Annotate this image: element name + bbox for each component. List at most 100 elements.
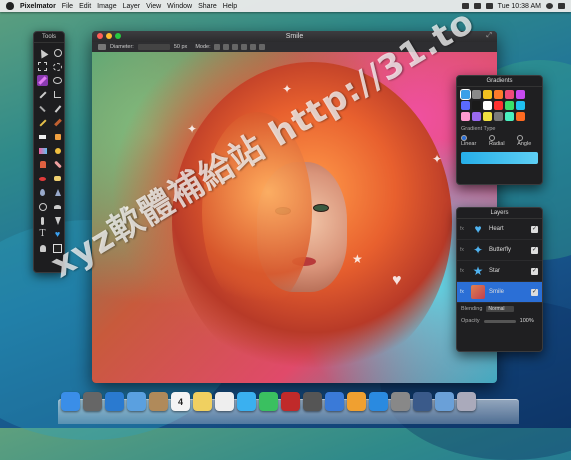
pen-tool-icon[interactable] [52,215,63,226]
brush-tool-icon[interactable] [52,117,63,128]
sponge-tool-icon[interactable] [52,173,63,184]
gradient-swatch[interactable] [505,90,514,99]
mode-icon-3[interactable] [231,44,238,50]
gradient-swatch[interactable] [505,112,514,121]
brush-preset-icon[interactable] [98,44,106,50]
paint-bucket-tool-icon[interactable] [52,131,63,142]
finder-icon[interactable] [61,392,80,411]
layer-visibility-checkbox[interactable]: ✓ [531,288,538,296]
layer-row-star[interactable]: fx ★ Star ✓ [457,261,542,282]
fullscreen-icon[interactable]: ⤢ [486,32,492,40]
menu-help[interactable]: Help [223,3,237,10]
messages-icon[interactable] [237,392,256,411]
opacity-value[interactable]: 100% [520,318,534,324]
app-store-icon[interactable] [369,392,388,411]
gradient-swatch[interactable] [494,90,503,99]
gradient-preview-bar[interactable] [461,152,538,165]
gradient-swatch[interactable] [472,112,481,121]
notes-icon[interactable] [193,392,212,411]
calendar-icon[interactable]: 4 [171,392,190,411]
ellipse-select-tool-icon[interactable] [52,61,63,72]
photo-booth-icon[interactable] [281,392,300,411]
gradient-type-angle[interactable]: Angle [517,135,538,147]
fx-icon[interactable]: fx [457,289,467,295]
diameter-value[interactable]: 50 px [174,44,187,50]
lasso-tool-icon[interactable] [52,75,63,86]
mode-icon-1[interactable] [213,44,220,50]
rect-select-tool-icon[interactable] [37,61,48,72]
mode-icon-6[interactable] [258,44,265,50]
eraser-tool-icon[interactable] [37,131,48,142]
gradient-type-radial[interactable]: Radial [488,135,511,147]
gradient-swatch[interactable] [516,101,525,110]
zoom-tool-icon[interactable] [52,47,63,58]
crop-tool-icon[interactable] [52,89,63,100]
apple-menu-icon[interactable] [6,2,14,10]
battery-icon[interactable] [485,3,493,9]
menu-image[interactable]: Image [97,3,116,10]
clone-stamp-tool-icon[interactable] [37,159,48,170]
magic-wand-tool-icon[interactable] [37,89,48,100]
gradient-swatch[interactable] [472,101,481,110]
layer-row-smile[interactable]: fx Smile ✓ [457,282,542,303]
applications-folder-icon[interactable] [435,392,454,411]
light-tool-icon[interactable] [52,145,63,156]
mode-icon-2[interactable] [222,44,229,50]
fx-icon[interactable]: fx [457,268,467,274]
smudge-tool-icon[interactable] [37,215,48,226]
menu-layer[interactable]: Layer [123,3,141,10]
opacity-slider[interactable] [483,319,516,323]
mail-icon[interactable] [127,392,146,411]
blending-select[interactable]: Normal [486,306,515,312]
move-tool-icon[interactable] [37,47,48,58]
blur-tool-icon[interactable] [37,187,48,198]
menu-share[interactable]: Share [198,3,217,10]
gradient-swatch[interactable] [472,90,481,99]
gradient-swatch[interactable] [494,101,503,110]
itunes-icon[interactable] [325,392,344,411]
facetime-icon[interactable] [259,392,278,411]
burn-tool-icon[interactable] [52,201,63,212]
layer-visibility-checkbox[interactable]: ✓ [531,225,538,233]
gradient-swatch[interactable] [516,90,525,99]
menu-window[interactable]: Window [167,3,192,10]
gradient-swatch[interactable] [483,112,492,121]
layer-row-heart[interactable]: fx ♥ Heart ✓ [457,219,542,240]
pixelmator-icon[interactable] [413,392,432,411]
mode-icon-4[interactable] [240,44,247,50]
gradient-swatch[interactable] [460,89,471,100]
menu-pixelmator[interactable]: Pixelmator [20,3,56,10]
notification-center-icon[interactable] [558,3,565,9]
launchpad-icon[interactable] [83,392,102,411]
gradient-type-linear[interactable]: Linear [461,135,483,147]
menubar-clock[interactable]: Tue 10:38 AM [498,3,541,10]
spotlight-icon[interactable] [546,3,553,9]
dodge-tool-icon[interactable] [37,201,48,212]
layer-visibility-checkbox[interactable]: ✓ [531,267,538,275]
iphoto-icon[interactable] [303,392,322,411]
menu-file[interactable]: File [62,3,73,10]
fx-icon[interactable]: fx [457,247,467,253]
gradient-swatch[interactable] [516,112,525,121]
gradient-tool-icon[interactable] [37,145,48,156]
sharpen-tool-icon[interactable] [52,187,63,198]
contacts-icon[interactable] [149,392,168,411]
preferences-icon[interactable] [391,392,410,411]
safari-icon[interactable] [105,392,124,411]
layer-row-butterfly[interactable]: fx ✦ Butterfly ✓ [457,240,542,261]
gradient-swatch[interactable] [483,90,492,99]
volume-icon[interactable] [473,3,481,9]
layer-visibility-checkbox[interactable]: ✓ [531,246,538,254]
slice-tool-icon[interactable] [37,103,48,114]
eyedropper-tool-icon[interactable] [52,103,63,114]
gradient-swatch[interactable] [461,112,470,121]
trash-icon[interactable] [457,392,476,411]
gradient-swatch[interactable] [505,101,514,110]
healing-tool-icon[interactable] [52,159,63,170]
red-eye-tool-icon[interactable] [37,173,48,184]
gradient-swatch[interactable] [494,112,503,121]
menu-edit[interactable]: Edit [79,3,91,10]
ibooks-icon[interactable] [347,392,366,411]
menu-view[interactable]: View [146,3,161,10]
paint-brush-tool-icon[interactable] [37,75,48,86]
